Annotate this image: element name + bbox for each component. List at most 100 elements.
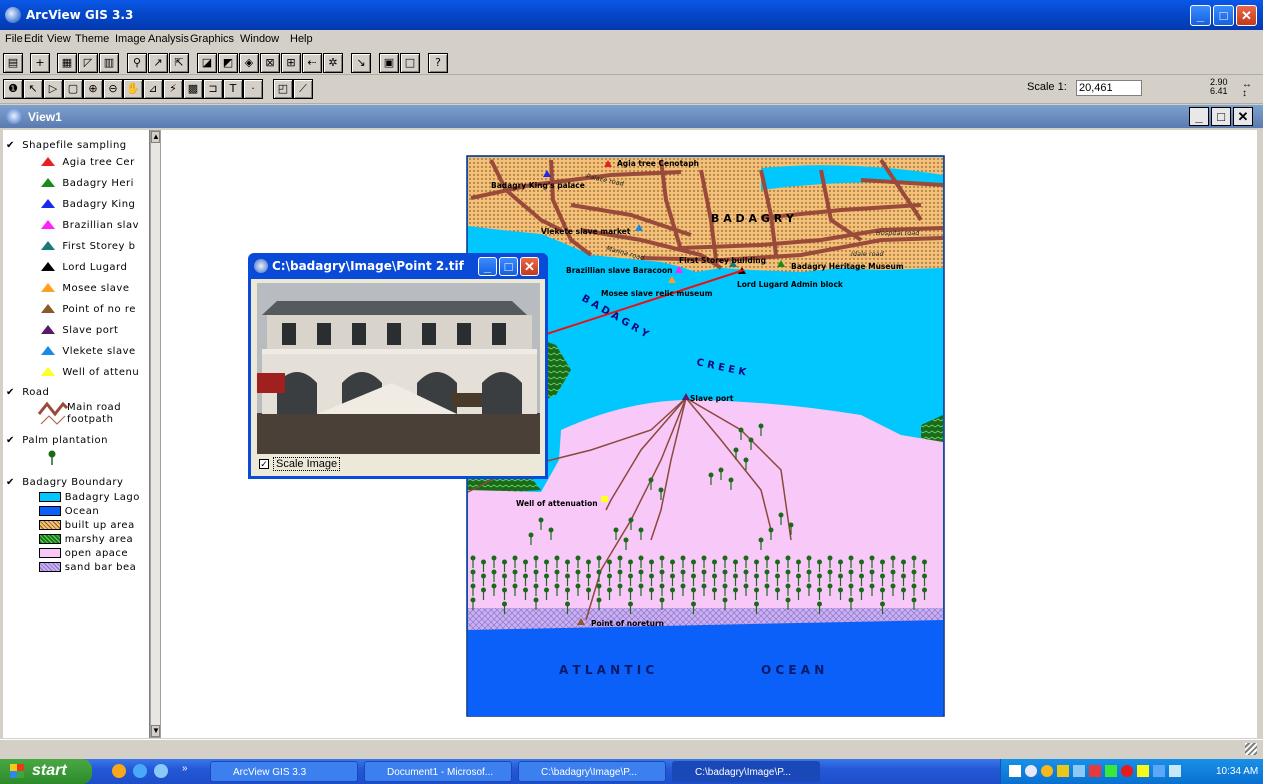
scroll-down-icon[interactable]: ▼: [151, 725, 160, 737]
theme-sampling[interactable]: ✔ Shapefile sampling: [6, 140, 127, 151]
vertex-edit-tool[interactable]: ▷: [43, 79, 63, 99]
quicklaunch-explorer-icon[interactable]: [154, 764, 168, 778]
task-image-1[interactable]: C:\badagry\Image\P...: [518, 761, 666, 782]
view-minimize-button[interactable]: _: [1189, 107, 1209, 126]
tray-update-icon[interactable]: [1105, 765, 1117, 777]
zoom-out-fixed-button[interactable]: ⊞: [281, 53, 301, 73]
palm-tree-icon: [491, 555, 497, 561]
popup-minimize-button[interactable]: _: [478, 257, 497, 276]
find-button[interactable]: ⚲: [127, 53, 147, 73]
zoom-selected-button[interactable]: ◈: [239, 53, 259, 73]
query-builder-button[interactable]: ⇱: [169, 53, 189, 73]
theme-road[interactable]: ✔ Road: [6, 387, 49, 398]
tray-monitor-icon[interactable]: [1169, 765, 1181, 777]
scale-image-checkbox[interactable]: ✓: [259, 459, 269, 469]
tray-shield-icon[interactable]: [1041, 765, 1053, 777]
palm-tree-icon: [586, 587, 591, 593]
theme-boundary[interactable]: ✔ Badagry Boundary: [6, 477, 123, 488]
menu-view[interactable]: View: [47, 33, 71, 45]
popup-close-button[interactable]: ✕: [520, 257, 539, 276]
legend-scrollbar[interactable]: ▲ ▼: [150, 130, 161, 738]
close-button[interactable]: ✕: [1236, 5, 1257, 26]
draw-point-tool[interactable]: ·: [243, 79, 263, 99]
palm-tree-icon: [565, 587, 570, 593]
add-theme-button[interactable]: +: [30, 53, 50, 73]
quicklaunch-more-icon[interactable]: »: [182, 763, 188, 774]
tray-alert-icon[interactable]: [1121, 765, 1133, 777]
zoom-in-tool[interactable]: ⊕: [83, 79, 103, 99]
quicklaunch-firefox-icon[interactable]: [112, 764, 126, 778]
zoom-full-button[interactable]: ◪: [197, 53, 217, 73]
identify-tool[interactable]: ❶: [3, 79, 23, 99]
marker-well[interactable]: [601, 496, 608, 502]
label-tool[interactable]: ⊐: [203, 79, 223, 99]
tray-antivirus-icon[interactable]: [1089, 765, 1101, 777]
menu-help[interactable]: Help: [290, 33, 313, 45]
menu-graphics[interactable]: Graphics: [190, 33, 234, 45]
view-maximize-button[interactable]: □: [1211, 107, 1231, 126]
task-document1[interactable]: Document1 - Microsof...: [364, 761, 512, 782]
clock[interactable]: 10:34 AM: [1216, 766, 1258, 777]
maximize-button[interactable]: □: [1213, 5, 1234, 26]
task-image-2[interactable]: C:\badagry\Image\P...: [672, 761, 820, 782]
palm-tree-icon: [748, 437, 754, 443]
clear-selected-button[interactable]: ↘: [351, 53, 371, 73]
tray-display-icon[interactable]: [1153, 765, 1165, 777]
zoom-theme-button[interactable]: ◩: [218, 53, 238, 73]
tray-help-icon[interactable]: [1009, 765, 1021, 777]
menu-edit[interactable]: Edit: [24, 33, 43, 45]
locate-address-button[interactable]: ↗: [148, 53, 168, 73]
select-features-button[interactable]: ✲: [323, 53, 343, 73]
print-button[interactable]: □: [400, 53, 420, 73]
theme-properties-button[interactable]: ▦: [57, 53, 77, 73]
start-button[interactable]: start: [0, 759, 92, 784]
check-icon[interactable]: ✔: [6, 477, 15, 488]
tray-back-icon[interactable]: [1025, 765, 1037, 777]
tray-security-icon[interactable]: [1057, 765, 1069, 777]
image-tool-2[interactable]: ⟋: [293, 79, 313, 99]
palm-tree-icon: [481, 587, 486, 593]
zoom-out-tool[interactable]: ⊖: [103, 79, 123, 99]
text-tool[interactable]: T: [223, 79, 243, 99]
scroll-up-icon[interactable]: ▲: [151, 131, 160, 143]
check-icon[interactable]: ✔: [6, 140, 15, 151]
zoom-previous-button[interactable]: ⇠: [302, 53, 322, 73]
legend-boundary-item: Ocean: [39, 506, 99, 517]
menu-window[interactable]: Window: [240, 33, 279, 45]
pointer-tool[interactable]: ↖: [23, 79, 43, 99]
minimize-button[interactable]: _: [1190, 5, 1211, 26]
scale-input[interactable]: 20,461: [1076, 80, 1142, 96]
coord-arrows-icon: ↔ ↕: [1242, 79, 1252, 99]
palm-tree-icon: [911, 583, 917, 589]
table-of-contents[interactable]: ✔ Shapefile sampling Agia tree Cer Badag…: [3, 130, 150, 738]
palm-tree-icon: [670, 587, 675, 593]
menu-file[interactable]: File: [5, 33, 23, 45]
pan-tool[interactable]: ✋: [123, 79, 143, 99]
menu-image-analysis[interactable]: Image Analysis: [115, 33, 189, 45]
layout-button[interactable]: ▣: [379, 53, 399, 73]
zoom-in-fixed-button[interactable]: ⊠: [260, 53, 280, 73]
hotlink-image-window[interactable]: C:\badagry\Image\Point 2.tif _ □ ✕ ✓ Sca…: [248, 253, 548, 479]
area-of-interest-tool[interactable]: ▩: [183, 79, 203, 99]
check-icon[interactable]: ✔: [6, 387, 15, 398]
palm-tree-icon: [754, 559, 759, 565]
popup-maximize-button[interactable]: □: [499, 257, 518, 276]
menu-theme[interactable]: Theme: [75, 33, 109, 45]
task-arcview[interactable]: ArcView GIS 3.3: [210, 761, 358, 782]
measure-tool[interactable]: ⊿: [143, 79, 163, 99]
resize-grip-icon[interactable]: [1245, 743, 1257, 755]
tray-network-icon[interactable]: [1073, 765, 1085, 777]
help-button[interactable]: ?: [428, 53, 448, 73]
hotlink-tool[interactable]: ⚡: [163, 79, 183, 99]
open-table-button[interactable]: ▥: [99, 53, 119, 73]
select-feature-tool[interactable]: ▢: [63, 79, 83, 99]
check-icon[interactable]: ✔: [6, 435, 15, 446]
scale-image-label[interactable]: Scale Image: [273, 457, 341, 471]
edit-legend-button[interactable]: ◸: [78, 53, 98, 73]
view-close-button[interactable]: ✕: [1233, 107, 1253, 126]
quicklaunch-ie-icon[interactable]: [133, 764, 147, 778]
tray-usb-icon[interactable]: [1137, 765, 1149, 777]
theme-palm[interactable]: ✔ Palm plantation: [6, 435, 108, 446]
image-tool-1[interactable]: ◰: [273, 79, 293, 99]
save-project-button[interactable]: ▤: [3, 53, 23, 73]
